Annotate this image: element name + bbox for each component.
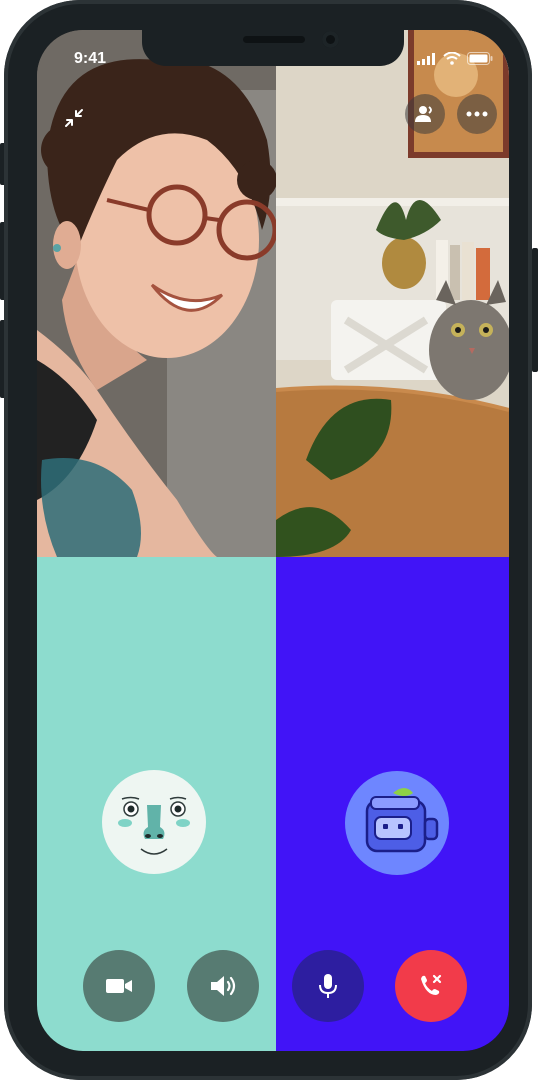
minimize-icon (65, 109, 83, 127)
status-time: 9:41 (74, 50, 107, 67)
more-icon (466, 111, 488, 117)
front-camera (322, 31, 339, 48)
microphone-icon (319, 974, 337, 998)
robot-avatar-icon (345, 771, 449, 875)
call-screen: 9:41 (37, 30, 509, 1051)
toggle-video-button[interactable] (83, 950, 155, 1022)
phone-power-button (532, 248, 538, 372)
end-call-button[interactable] (395, 950, 467, 1022)
phone-frame: 9:41 (4, 0, 532, 1080)
speaker-button[interactable] (187, 950, 259, 1022)
wifi-icon (443, 52, 461, 65)
signal-icon (417, 52, 435, 65)
status-icons (417, 52, 493, 65)
more-options-button[interactable] (457, 94, 497, 134)
speaker-icon (211, 976, 236, 996)
call-controls (37, 950, 509, 1022)
participants-button[interactable] (405, 94, 445, 134)
phone-notch (142, 28, 404, 66)
battery-icon (467, 52, 493, 65)
face-avatar-icon (102, 770, 206, 874)
earpiece (243, 36, 305, 43)
microphone-button[interactable] (292, 950, 364, 1022)
video-camera-icon (106, 979, 132, 993)
participants-icon (415, 106, 432, 122)
minimize-button[interactable] (54, 98, 94, 138)
end-call-icon (421, 974, 442, 995)
